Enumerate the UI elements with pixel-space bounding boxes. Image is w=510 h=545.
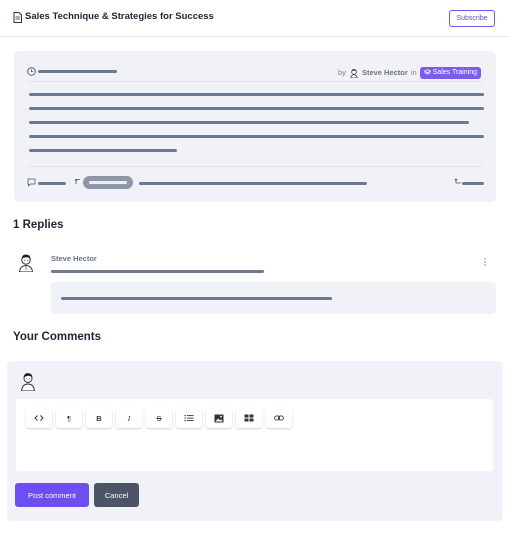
post-meta-divider — [27, 81, 483, 82]
strikethrough-button[interactable]: S — [146, 408, 172, 428]
author-avatar[interactable] — [349, 68, 359, 78]
code-icon — [34, 415, 44, 421]
paragraph-button[interactable]: ¶ — [56, 408, 82, 428]
document-icon — [13, 12, 22, 23]
post-footer-placeholder — [139, 182, 367, 185]
reply-body-line — [61, 297, 332, 300]
comment-count-placeholder — [38, 182, 66, 185]
post-body-line-2 — [29, 107, 484, 110]
bold-icon: B — [96, 413, 102, 423]
bold-button[interactable]: B — [86, 408, 112, 428]
image-button[interactable] — [206, 408, 232, 428]
comment-icon[interactable] — [27, 178, 36, 187]
cancel-button[interactable]: Cancel — [94, 483, 139, 507]
comment-panel: ¶ B I S Post comment Cancel — [7, 361, 503, 521]
layers-icon — [423, 69, 431, 75]
table-icon — [244, 414, 254, 422]
post-footer-divider — [27, 166, 483, 167]
subscribe-button[interactable]: Subscribe — [449, 10, 495, 27]
reply-date-placeholder — [51, 270, 264, 273]
replies-heading: 1 Replies — [13, 219, 64, 231]
post-body-line-4 — [29, 135, 484, 138]
table-button[interactable] — [236, 408, 262, 428]
clock-icon — [27, 67, 36, 76]
link-button[interactable] — [266, 408, 292, 428]
pilcrow-icon: ¶ — [66, 413, 72, 423]
category-badge[interactable]: Sales Training — [419, 66, 481, 79]
code-button[interactable] — [26, 408, 52, 428]
comment-editor[interactable]: ¶ B I S — [16, 399, 493, 471]
reply-content — [51, 282, 496, 314]
post-body-line-1 — [29, 93, 484, 96]
strikethrough-icon: S — [156, 413, 162, 423]
reply-count-placeholder — [462, 182, 484, 185]
page-title: Sales Technique & Strategies for Success — [25, 11, 214, 22]
link-icon — [274, 415, 284, 421]
more-options-icon[interactable] — [482, 257, 488, 267]
meta-by-label: by — [338, 68, 346, 77]
comments-heading: Your Comments — [13, 331, 101, 343]
post-date-placeholder — [38, 70, 117, 73]
page-header: Sales Technique & Strategies for Success… — [0, 0, 510, 37]
category-label: Sales Training — [432, 69, 477, 76]
avatar[interactable] — [16, 252, 36, 272]
image-icon — [214, 414, 224, 422]
post-meta: by Steve Hector in Sales Training — [338, 66, 481, 79]
post-author-link[interactable]: Steve Hector — [362, 68, 408, 77]
user-avatar — [21, 373, 35, 391]
retweet-icon[interactable] — [74, 177, 83, 186]
post-body-line-3 — [29, 121, 469, 124]
post-body-line-5 — [29, 149, 177, 152]
italic-icon: I — [127, 413, 131, 423]
list-icon — [184, 415, 194, 422]
post-comment-button[interactable]: Post comment — [15, 483, 89, 507]
meta-in-label: in — [410, 68, 417, 77]
post-card: by Steve Hector in Sales Training — [14, 51, 496, 202]
share-pill[interactable] — [83, 176, 133, 189]
reply-author[interactable]: Steve Hector — [51, 254, 97, 263]
italic-button[interactable]: I — [116, 408, 142, 428]
list-button[interactable] — [176, 408, 202, 428]
